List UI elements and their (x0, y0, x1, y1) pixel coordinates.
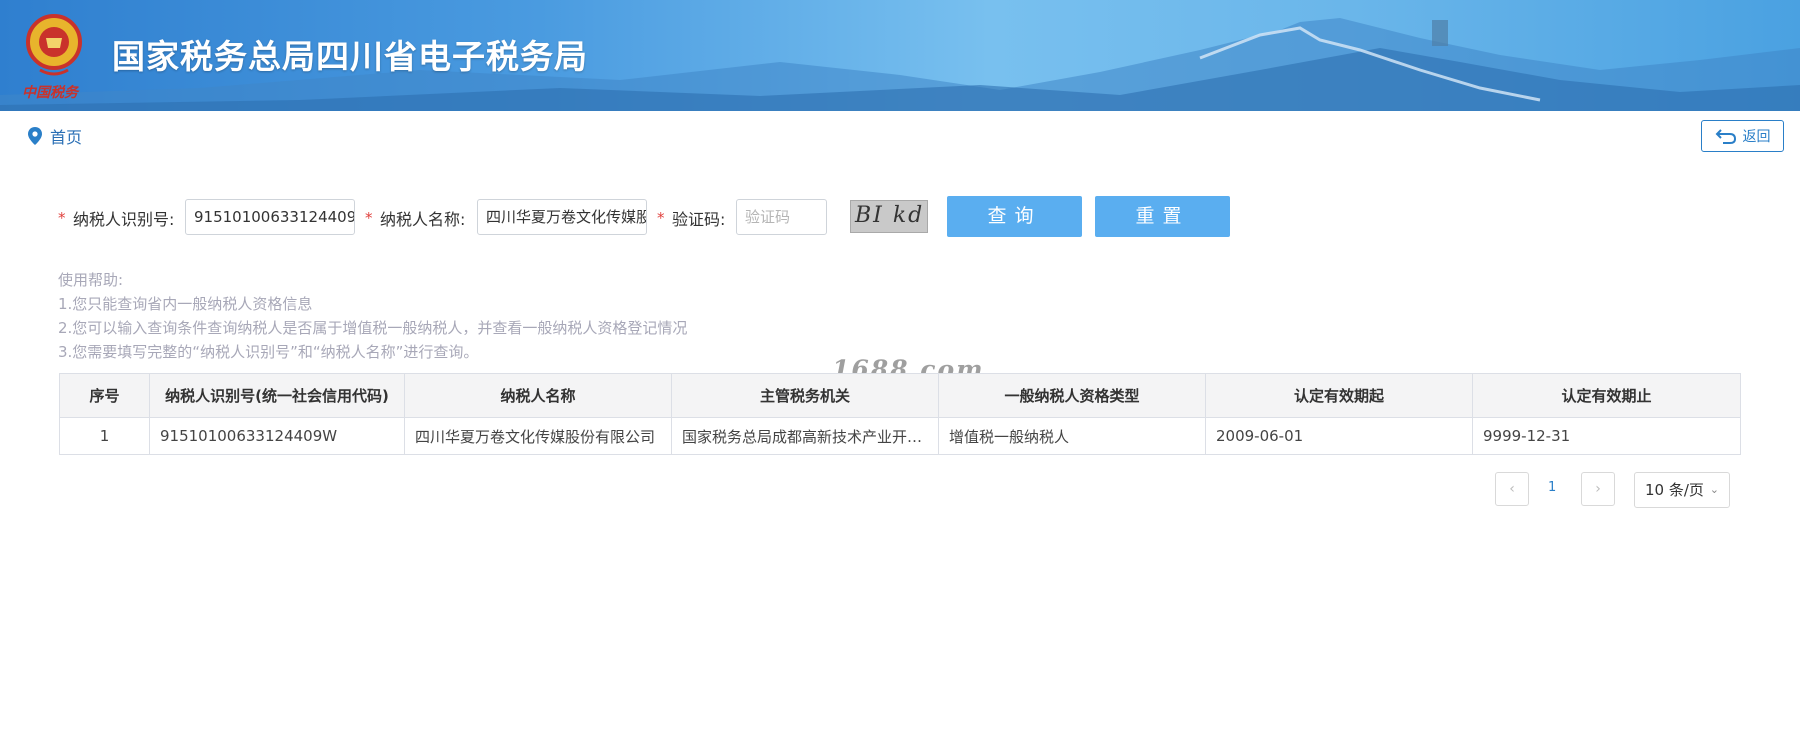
help-title: 使用帮助: (58, 271, 124, 289)
next-page-button[interactable]: › (1581, 472, 1615, 506)
help-line: 2.您可以输入查询条件查询纳税人是否属于增值税一般纳税人，并查看一般纳税人资格登… (58, 319, 688, 337)
column-header: 认定有效期起 (1205, 373, 1473, 418)
captcha-label: 验证码: (672, 210, 726, 229)
help-line: 3.您需要填写完整的“纳税人识别号”和“纳税人名称”进行查询。 (58, 343, 479, 361)
column-header: 一般纳税人资格类型 (938, 373, 1206, 418)
page-title: 国家税务总局四川省电子税务局 (112, 37, 588, 76)
page-size-select[interactable]: 10 条/页 ⌄ (1634, 472, 1730, 508)
page-size-value: 10 条/页 (1645, 481, 1704, 499)
table-row[interactable]: 1 91510100633124409W 四川华夏万卷文化传媒股份有限公司 国家… (59, 417, 1741, 455)
captcha-image[interactable]: BI kd (850, 200, 928, 233)
header-banner: 中国税务 国家税务总局四川省电子税务局 (0, 0, 1800, 111)
table-cell: 增值税一般纳税人 (938, 417, 1206, 455)
location-pin-icon (28, 127, 42, 145)
breadcrumb-home-link[interactable]: 首页 (50, 124, 82, 148)
table-header-row: 序号 纳税人识别号(统一社会信用代码) 纳税人名称 主管税务机关 一般纳税人资格… (59, 373, 1741, 418)
taxpayer-id-input[interactable]: 91510100633124409W (185, 199, 355, 235)
reset-button[interactable]: 重置 (1095, 196, 1230, 237)
emblem-caption: 中国税务 (22, 85, 78, 101)
breadcrumb: 首页 (28, 124, 82, 148)
current-page[interactable]: 1 (1548, 480, 1556, 495)
captcha-input[interactable]: 验证码 (736, 199, 827, 235)
column-header: 纳税人名称 (404, 373, 672, 418)
back-button[interactable]: 返回 (1701, 120, 1784, 152)
table-cell: 2009-06-01 (1205, 417, 1473, 455)
column-header: 纳税人识别号(统一社会信用代码) (149, 373, 405, 418)
taxpayer-name-input[interactable]: 四川华夏万卷文化传媒股份有限公司 (477, 199, 647, 235)
chevron-down-icon: ⌄ (1709, 483, 1719, 496)
taxpayer-id-label: 纳税人识别号: (73, 210, 175, 229)
column-header: 认定有效期止 (1472, 373, 1741, 418)
required-mark: * (365, 209, 373, 227)
required-mark: * (657, 209, 665, 227)
return-arrow-icon (1715, 129, 1736, 144)
column-header: 序号 (59, 373, 150, 418)
taxpayer-name-label: 纳税人名称: (380, 210, 466, 229)
table-cell: 1 (59, 417, 150, 455)
prev-page-button[interactable]: ‹ (1495, 472, 1529, 506)
query-button[interactable]: 查询 (947, 196, 1082, 237)
results-table: 序号 纳税人识别号(统一社会信用代码) 纳税人名称 主管税务机关 一般纳税人资格… (59, 373, 1741, 455)
back-button-label: 返回 (1742, 129, 1771, 145)
table-cell: 9999-12-31 (1472, 417, 1741, 455)
required-mark: * (58, 209, 66, 227)
table-cell: 国家税务总局成都高新技术产业开发区税务局 (671, 417, 939, 455)
table-cell: 91510100633124409W (149, 417, 405, 455)
table-cell: 四川华夏万卷文化传媒股份有限公司 (404, 417, 672, 455)
column-header: 主管税务机关 (671, 373, 939, 418)
help-line: 1.您只能查询省内一般纳税人资格信息 (58, 295, 313, 313)
help-section: 使用帮助: 1.您只能查询省内一般纳税人资格信息 2.您可以输入查询条件查询纳税… (58, 268, 687, 364)
